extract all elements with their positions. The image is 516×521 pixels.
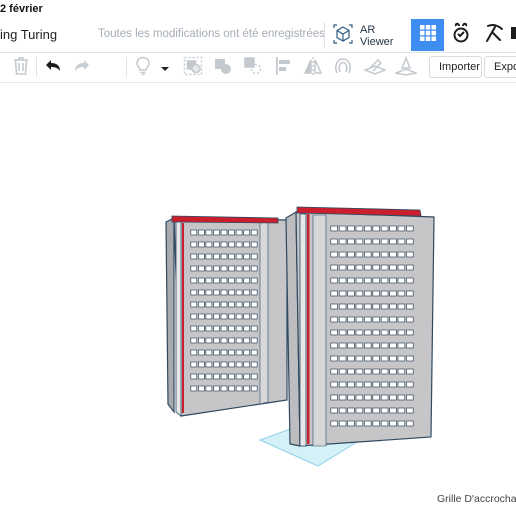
dropdown-icon bbox=[160, 59, 170, 77]
cube-icon bbox=[332, 23, 354, 50]
cut-shape-button[interactable] bbox=[241, 56, 265, 80]
magnet-icon bbox=[333, 56, 353, 81]
delete-icon bbox=[12, 56, 30, 81]
import-button[interactable]: Importer bbox=[429, 56, 482, 78]
mirror-icon bbox=[303, 56, 323, 81]
blocks-button[interactable] bbox=[444, 19, 477, 51]
mirror-button[interactable] bbox=[301, 56, 325, 80]
ungroup-button[interactable] bbox=[211, 56, 235, 80]
status-bar: 2 février bbox=[0, 0, 516, 18]
undo-icon bbox=[44, 58, 62, 79]
cut-shape-icon bbox=[243, 56, 263, 81]
ar-viewer-button[interactable]: AR Viewer bbox=[332, 22, 408, 50]
save-status: Toutes les modifications ont été enregis… bbox=[98, 28, 325, 40]
ruler-button[interactable] bbox=[393, 55, 419, 81]
light-dropdown-button[interactable] bbox=[156, 56, 174, 80]
align-icon bbox=[274, 56, 292, 81]
workplane-canvas[interactable] bbox=[0, 82, 516, 516]
blocks-icon bbox=[450, 22, 472, 49]
group-icon bbox=[183, 56, 203, 81]
ar-viewer-label: AR Viewer bbox=[360, 24, 394, 48]
delete-button[interactable] bbox=[9, 56, 33, 80]
magnet-button[interactable] bbox=[331, 56, 355, 80]
workplane-button[interactable] bbox=[362, 56, 388, 81]
toolbar-divider bbox=[36, 57, 37, 77]
export-button[interactable]: Expor bbox=[484, 56, 516, 78]
redo-button[interactable] bbox=[70, 56, 94, 80]
light-bulb-button[interactable] bbox=[131, 56, 155, 80]
bricks-button[interactable] bbox=[477, 19, 510, 51]
align-button[interactable] bbox=[271, 56, 295, 80]
snap-grid-label[interactable]: Grille D'accrocha bbox=[437, 493, 516, 505]
group-button[interactable] bbox=[181, 56, 205, 80]
undo-button[interactable] bbox=[41, 56, 65, 80]
workplane-icon bbox=[362, 56, 388, 81]
status-date: 2 février bbox=[0, 3, 43, 15]
grid-view-button[interactable] bbox=[411, 19, 444, 51]
header-divider bbox=[324, 22, 325, 48]
bricks-icon bbox=[483, 22, 505, 49]
scene-3d bbox=[165, 206, 435, 467]
toolbar-divider bbox=[126, 57, 127, 77]
building-left[interactable] bbox=[165, 215, 288, 417]
grid-view-icon bbox=[419, 24, 437, 47]
light-bulb-icon bbox=[135, 56, 151, 81]
sim-icon bbox=[510, 26, 516, 45]
ungroup-icon bbox=[213, 56, 233, 81]
redo-icon bbox=[73, 58, 91, 79]
sim-button[interactable] bbox=[510, 19, 516, 51]
design-title[interactable]: ing Turing bbox=[0, 27, 57, 42]
building-right[interactable] bbox=[285, 206, 435, 447]
ruler-icon bbox=[393, 55, 419, 81]
